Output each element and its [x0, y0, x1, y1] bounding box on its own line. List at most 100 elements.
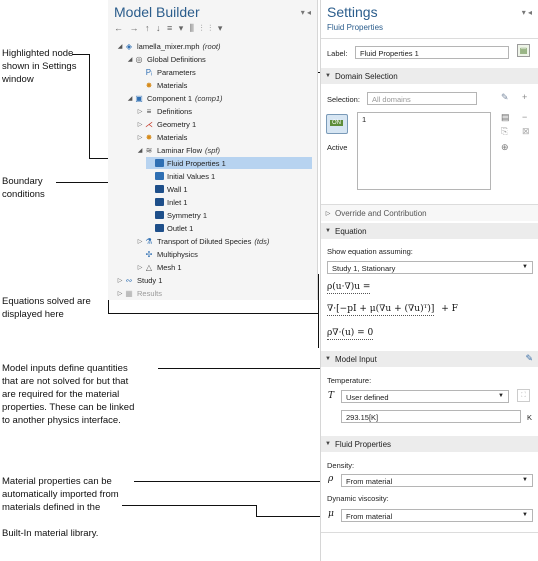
twisty-icon[interactable]: ◢ [126, 56, 134, 63]
density-caption: Density: [327, 461, 355, 470]
twisty-icon[interactable]: ◢ [126, 95, 134, 102]
leader-model-inputs [158, 368, 320, 369]
density-dropdown[interactable]: From material ▼ [341, 474, 533, 487]
twisty-icon[interactable]: ▷ [136, 264, 144, 271]
annotation-boundary-conditions: Boundary conditions [2, 176, 45, 200]
twisty-icon[interactable]: ▷ [136, 238, 144, 245]
tree-node-outlet-1[interactable]: Outlet 1 [146, 222, 193, 234]
twisty-icon[interactable]: ▷ [136, 121, 144, 128]
tree-node-transport-diluted-species[interactable]: ▷ ⚗ Transport of Diluted Species (tds) [136, 235, 270, 247]
selection-zoom-icon[interactable]: ⊠ [522, 126, 530, 137]
tree-node-label: Transport of Diluted Species [157, 236, 252, 246]
twisty-icon[interactable]: ◢ [116, 43, 124, 50]
tree-node-symmetry-1[interactable]: Symmetry 1 [146, 209, 207, 221]
annotation-highlighted-node: Highlighted node shown in Settings windo… [2, 48, 77, 85]
parameters-icon: Pᵢ [145, 67, 153, 77]
tree-node-materials[interactable]: ▷ ✸ Materials [136, 131, 188, 143]
tree-node-label: Initial Values 1 [167, 171, 216, 181]
annotation-equations: Equations solved are displayed here [2, 296, 91, 320]
active-toggle-icon[interactable]: ON [326, 114, 348, 134]
boundary-icon [154, 198, 164, 207]
laminar-flow-icon: ≋ [145, 145, 153, 155]
selection-caption: Selection: [327, 95, 360, 104]
model-builder-pin-icon[interactable]: ▾ ◂ [301, 8, 311, 17]
temperature-link-icon[interactable]: ⛶ [517, 389, 530, 402]
model-builder-title: Model Builder [114, 4, 200, 20]
tree-node-definitions[interactable]: ▷ ≡ Definitions [136, 105, 192, 117]
section-domain-selection[interactable]: ▼ Domain Selection [321, 68, 538, 84]
selection-locate-icon[interactable]: ⊕ [501, 142, 509, 153]
twisty-icon[interactable]: ▷ [116, 277, 124, 284]
model-builder-toolbar[interactable]: ← → ↑ ↓ ≡ ▾ ⫼ ⫶ ⫶ ▾ [114, 23, 224, 34]
initial-values-icon [154, 172, 164, 181]
selection-clear-icon[interactable]: ▤ [501, 112, 510, 123]
fluid-properties-icon [154, 159, 164, 168]
tree-node-label: Global Definitions [147, 54, 206, 64]
temperature-field[interactable]: 293.15[K] [341, 410, 521, 423]
tree-node-initial-values-1[interactable]: Initial Values 1 [146, 170, 215, 182]
component-icon: ▣ [135, 93, 143, 103]
tree-node-results[interactable]: ▷ ▦ Results [116, 287, 162, 299]
selection-add-icon[interactable]: + [522, 92, 527, 102]
section-fluid-properties[interactable]: ▼ Fluid Properties [321, 436, 538, 452]
twisty-icon[interactable]: ▷ [136, 108, 144, 115]
selection-list[interactable]: 1 [357, 112, 491, 190]
selection-list-item[interactable]: 1 [362, 115, 366, 124]
annotation-material-properties: Material properties can be automatically… [2, 476, 119, 539]
label-field[interactable]: Fluid Properties 1 [355, 46, 509, 59]
materials-icon: ✸ [145, 132, 153, 142]
boundary-icon [154, 224, 164, 233]
tree-node-component-1[interactable]: ◢ ▣ Component 1 (comp1) [126, 92, 223, 104]
tree-node-tag: (root) [202, 41, 221, 51]
model-file-icon: ◈ [125, 41, 133, 51]
twisty-icon[interactable]: ▷ [136, 134, 144, 141]
section-equation[interactable]: ▼ Equation [321, 223, 538, 239]
tree-node-label: Results [137, 288, 163, 298]
study-icon: ∾ [125, 275, 133, 285]
temperature-mode-dropdown[interactable]: User defined ▼ [341, 390, 509, 403]
tree-node-label: Fluid Properties 1 [167, 158, 226, 168]
twisty-icon[interactable]: ▷ [116, 290, 124, 297]
tree-node-fluid-properties-1[interactable]: Fluid Properties 1 [146, 157, 312, 169]
results-icon: ▦ [125, 288, 133, 298]
study-dropdown[interactable]: Study 1, Stationary ▼ [327, 261, 533, 274]
boundary-icon [154, 211, 164, 220]
settings-pin-icon[interactable]: ▾ ◂ [522, 8, 532, 17]
edit-icon[interactable]: ✎ [525, 353, 533, 364]
viscosity-caption: Dynamic viscosity: [327, 494, 389, 503]
chevron-down-icon: ▼ [522, 264, 528, 270]
chevron-down-icon: ▼ [522, 477, 528, 483]
tree-node-laminar-flow[interactable]: ◢ ≋ Laminar Flow (spf) [136, 144, 220, 156]
tree-node-global-definitions[interactable]: ◢ ◎ Global Definitions [126, 53, 206, 65]
collapse-icon: ▼ [325, 441, 331, 447]
label-reset-icon[interactable]: ▤ [517, 44, 530, 57]
selection-copy-icon[interactable]: ⎘ [501, 126, 508, 137]
twisty-icon[interactable]: ◢ [136, 147, 144, 154]
selection-edit-icon[interactable]: ✎ [501, 92, 509, 103]
leader-highlighted-v [89, 54, 90, 158]
show-equation-caption: Show equation assuming: [327, 247, 413, 256]
leader-equations-bracket [318, 274, 319, 348]
section-model-input[interactable]: ▼ Model Input ✎ [321, 351, 538, 367]
tree-node-multiphysics[interactable]: ✣ Multiphysics [136, 248, 198, 260]
section-override-contribution[interactable]: ▷ Override and Contribution [321, 205, 538, 221]
tree-node-wall-1[interactable]: Wall 1 [146, 183, 188, 195]
leader-equations-h [108, 313, 318, 314]
temperature-unit: K [527, 413, 533, 422]
tree-node-study-1[interactable]: ▷ ∾ Study 1 [116, 274, 163, 286]
tree-node-geometry-1[interactable]: ▷ ⋌ Geometry 1 [136, 118, 197, 130]
tree-node-root[interactable]: ◢ ◈ lamella_mixer.mph (root) [116, 40, 221, 52]
temperature-caption: Temperature: [327, 376, 372, 385]
tree-node-mesh-1[interactable]: ▷ △ Mesh 1 [136, 261, 182, 273]
equation-line-1: ρ(u·∇)u = [327, 282, 371, 294]
viscosity-dropdown[interactable]: From material ▼ [341, 509, 533, 522]
expand-icon: ▷ [325, 210, 331, 217]
selection-dropdown[interactable]: All domains [367, 92, 477, 105]
tree-node-parameters[interactable]: Pᵢ Parameters [136, 66, 196, 78]
tree-node-global-materials[interactable]: ✸ Materials [136, 79, 188, 91]
tree-node-inlet-1[interactable]: Inlet 1 [146, 196, 187, 208]
tree-node-label: Inlet 1 [167, 197, 188, 207]
transport-icon: ⚗ [145, 236, 153, 246]
tree-node-label: Component 1 [147, 93, 193, 103]
selection-remove-icon[interactable]: − [522, 112, 527, 122]
